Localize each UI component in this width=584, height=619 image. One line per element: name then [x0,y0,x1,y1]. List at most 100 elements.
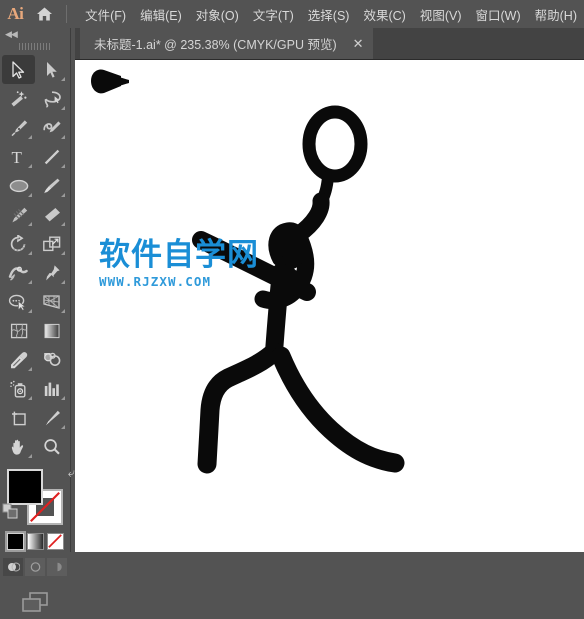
document-tab-bar: 未标题-1.ai* @ 235.38% (CMYK/GPU 预览) ✕ [75,28,584,60]
home-icon[interactable] [35,6,54,22]
tool-flyout-indicator [28,164,32,168]
screen-mode-button[interactable] [19,590,51,619]
type-tool[interactable]: T [2,142,35,171]
menu-type[interactable]: 文字(T) [246,2,301,27]
draw-normal-button[interactable] [3,558,23,576]
mesh-tool[interactable] [2,316,35,345]
draw-mode-row [0,558,70,576]
lasso-tool[interactable] [35,84,68,113]
magic-wand-tool[interactable] [2,84,35,113]
slice-tool[interactable] [35,403,68,432]
menu-edit[interactable]: 编辑(E) [133,2,189,27]
artboard-icon [11,411,26,425]
ellipse-icon [9,179,28,192]
app-logo: Ai [7,4,24,23]
tool-flyout-indicator [28,309,32,313]
close-icon[interactable]: ✕ [353,37,364,50]
gradient-bar-icon [44,323,59,338]
menu-object[interactable]: 对象(O) [189,2,246,27]
arrow-filled-icon [46,61,57,78]
tool-flyout-indicator [28,280,32,284]
symbol-sprayer-tool[interactable] [2,374,35,403]
curvature-icon [43,120,61,132]
tool-flyout-indicator [61,135,65,139]
shuttlecock [91,69,129,94]
curvature-tool[interactable] [35,113,68,142]
menu-window[interactable]: 窗口(W) [469,2,528,27]
menu-item-list: 文件(F) 编辑(E) 对象(O) 文字(T) 选择(S) 效果(C) 视图(V… [78,2,584,27]
width-warp-icon [8,266,28,281]
magnifier-icon [44,438,60,455]
badminton-stick-figure [91,69,405,474]
tool-flyout-indicator [61,77,65,81]
direct-selection-tool[interactable] [35,55,68,84]
hand-tool[interactable] [2,432,35,461]
rotate-tool[interactable] [2,229,35,258]
menu-effect[interactable]: 效果(C) [356,2,412,27]
selection-tool[interactable] [2,55,35,84]
shape-builder-tool[interactable] [2,287,35,316]
swap-fill-stroke-icon[interactable]: ⤶ [68,465,75,481]
arrow-outline-icon [11,60,24,79]
menu-select[interactable]: 选择(S) [301,2,357,27]
artboard-tool[interactable] [2,403,35,432]
panel-drag-handle[interactable] [0,40,70,52]
tool-flyout-indicator [28,222,32,226]
fill-stroke-controls: ⤶ [2,465,75,525]
tool-flyout-indicator [28,135,32,139]
draw-behind-button[interactable] [25,558,45,576]
draw-normal-icon [7,562,20,572]
eyedropper-tool[interactable] [2,345,35,374]
zoom-tool[interactable] [35,432,68,461]
bar-chart-icon [44,382,59,396]
free-transform-tool[interactable] [35,258,68,287]
shaper-tool[interactable] [2,200,35,229]
tool-flyout-indicator [28,396,32,400]
collapse-panel-icon[interactable]: ◀◀ [5,29,18,40]
hand-icon [11,439,24,455]
eraser-tool[interactable] [35,200,68,229]
menu-bar: Ai 文件(F) 编辑(E) 对象(O) 文字(T) 选择(S) 效果(C) 视… [0,0,584,28]
menu-file[interactable]: 文件(F) [78,2,133,27]
gradient-tool[interactable] [35,316,68,345]
screen-mode-row [0,590,70,619]
none-mode-swatch[interactable] [46,533,64,550]
document-canvas[interactable]: 软件自学网 WWW.RJZXW.COM [75,60,584,552]
tool-flyout-indicator [28,193,32,197]
tool-flyout-indicator [28,454,32,458]
illustrator-window: Ai 文件(F) 编辑(E) 对象(O) 文字(T) 选择(S) 效果(C) 视… [0,0,584,612]
draw-inside-icon [57,562,62,572]
draw-inside-button[interactable] [47,558,67,576]
symbol-sprayer-icon [9,380,25,397]
blend-shapes-icon [44,352,61,366]
perspective-grid-tool[interactable] [35,287,68,316]
blend-tool[interactable] [35,345,68,374]
mesh-icon [10,323,27,338]
tool-flyout-indicator [61,251,65,255]
ellipse-tool[interactable] [2,171,35,200]
svg-text:T: T [11,148,22,166]
tool-flyout-indicator [28,251,32,255]
line-segment-tool[interactable] [35,142,68,171]
type-T-icon: T [11,148,22,166]
screen-mode-icon [22,592,48,612]
line-diagonal-icon [44,149,59,164]
scale-tool[interactable] [35,229,68,258]
grip-dots-icon [19,42,51,50]
fill-swatch[interactable] [7,469,43,505]
document-tab[interactable]: 未标题-1.ai* @ 235.38% (CMYK/GPU 预览) ✕ [80,28,373,59]
gradient-mode-swatch[interactable] [26,533,44,550]
width-tool[interactable] [2,258,35,287]
tool-flyout-indicator [61,222,65,226]
tool-flyout-indicator [61,280,65,284]
none-slash-icon [47,534,62,548]
menu-help[interactable]: 帮助(H) [528,2,584,27]
menu-view[interactable]: 视图(V) [413,2,469,27]
column-graph-tool[interactable] [35,374,68,403]
eyedropper-icon [11,351,28,368]
pen-tool[interactable] [2,113,35,142]
paintbrush-icon [44,178,60,193]
paintbrush-tool[interactable] [35,171,68,200]
color-mode-swatch[interactable] [4,531,26,552]
default-fill-stroke-icon[interactable] [2,503,18,524]
